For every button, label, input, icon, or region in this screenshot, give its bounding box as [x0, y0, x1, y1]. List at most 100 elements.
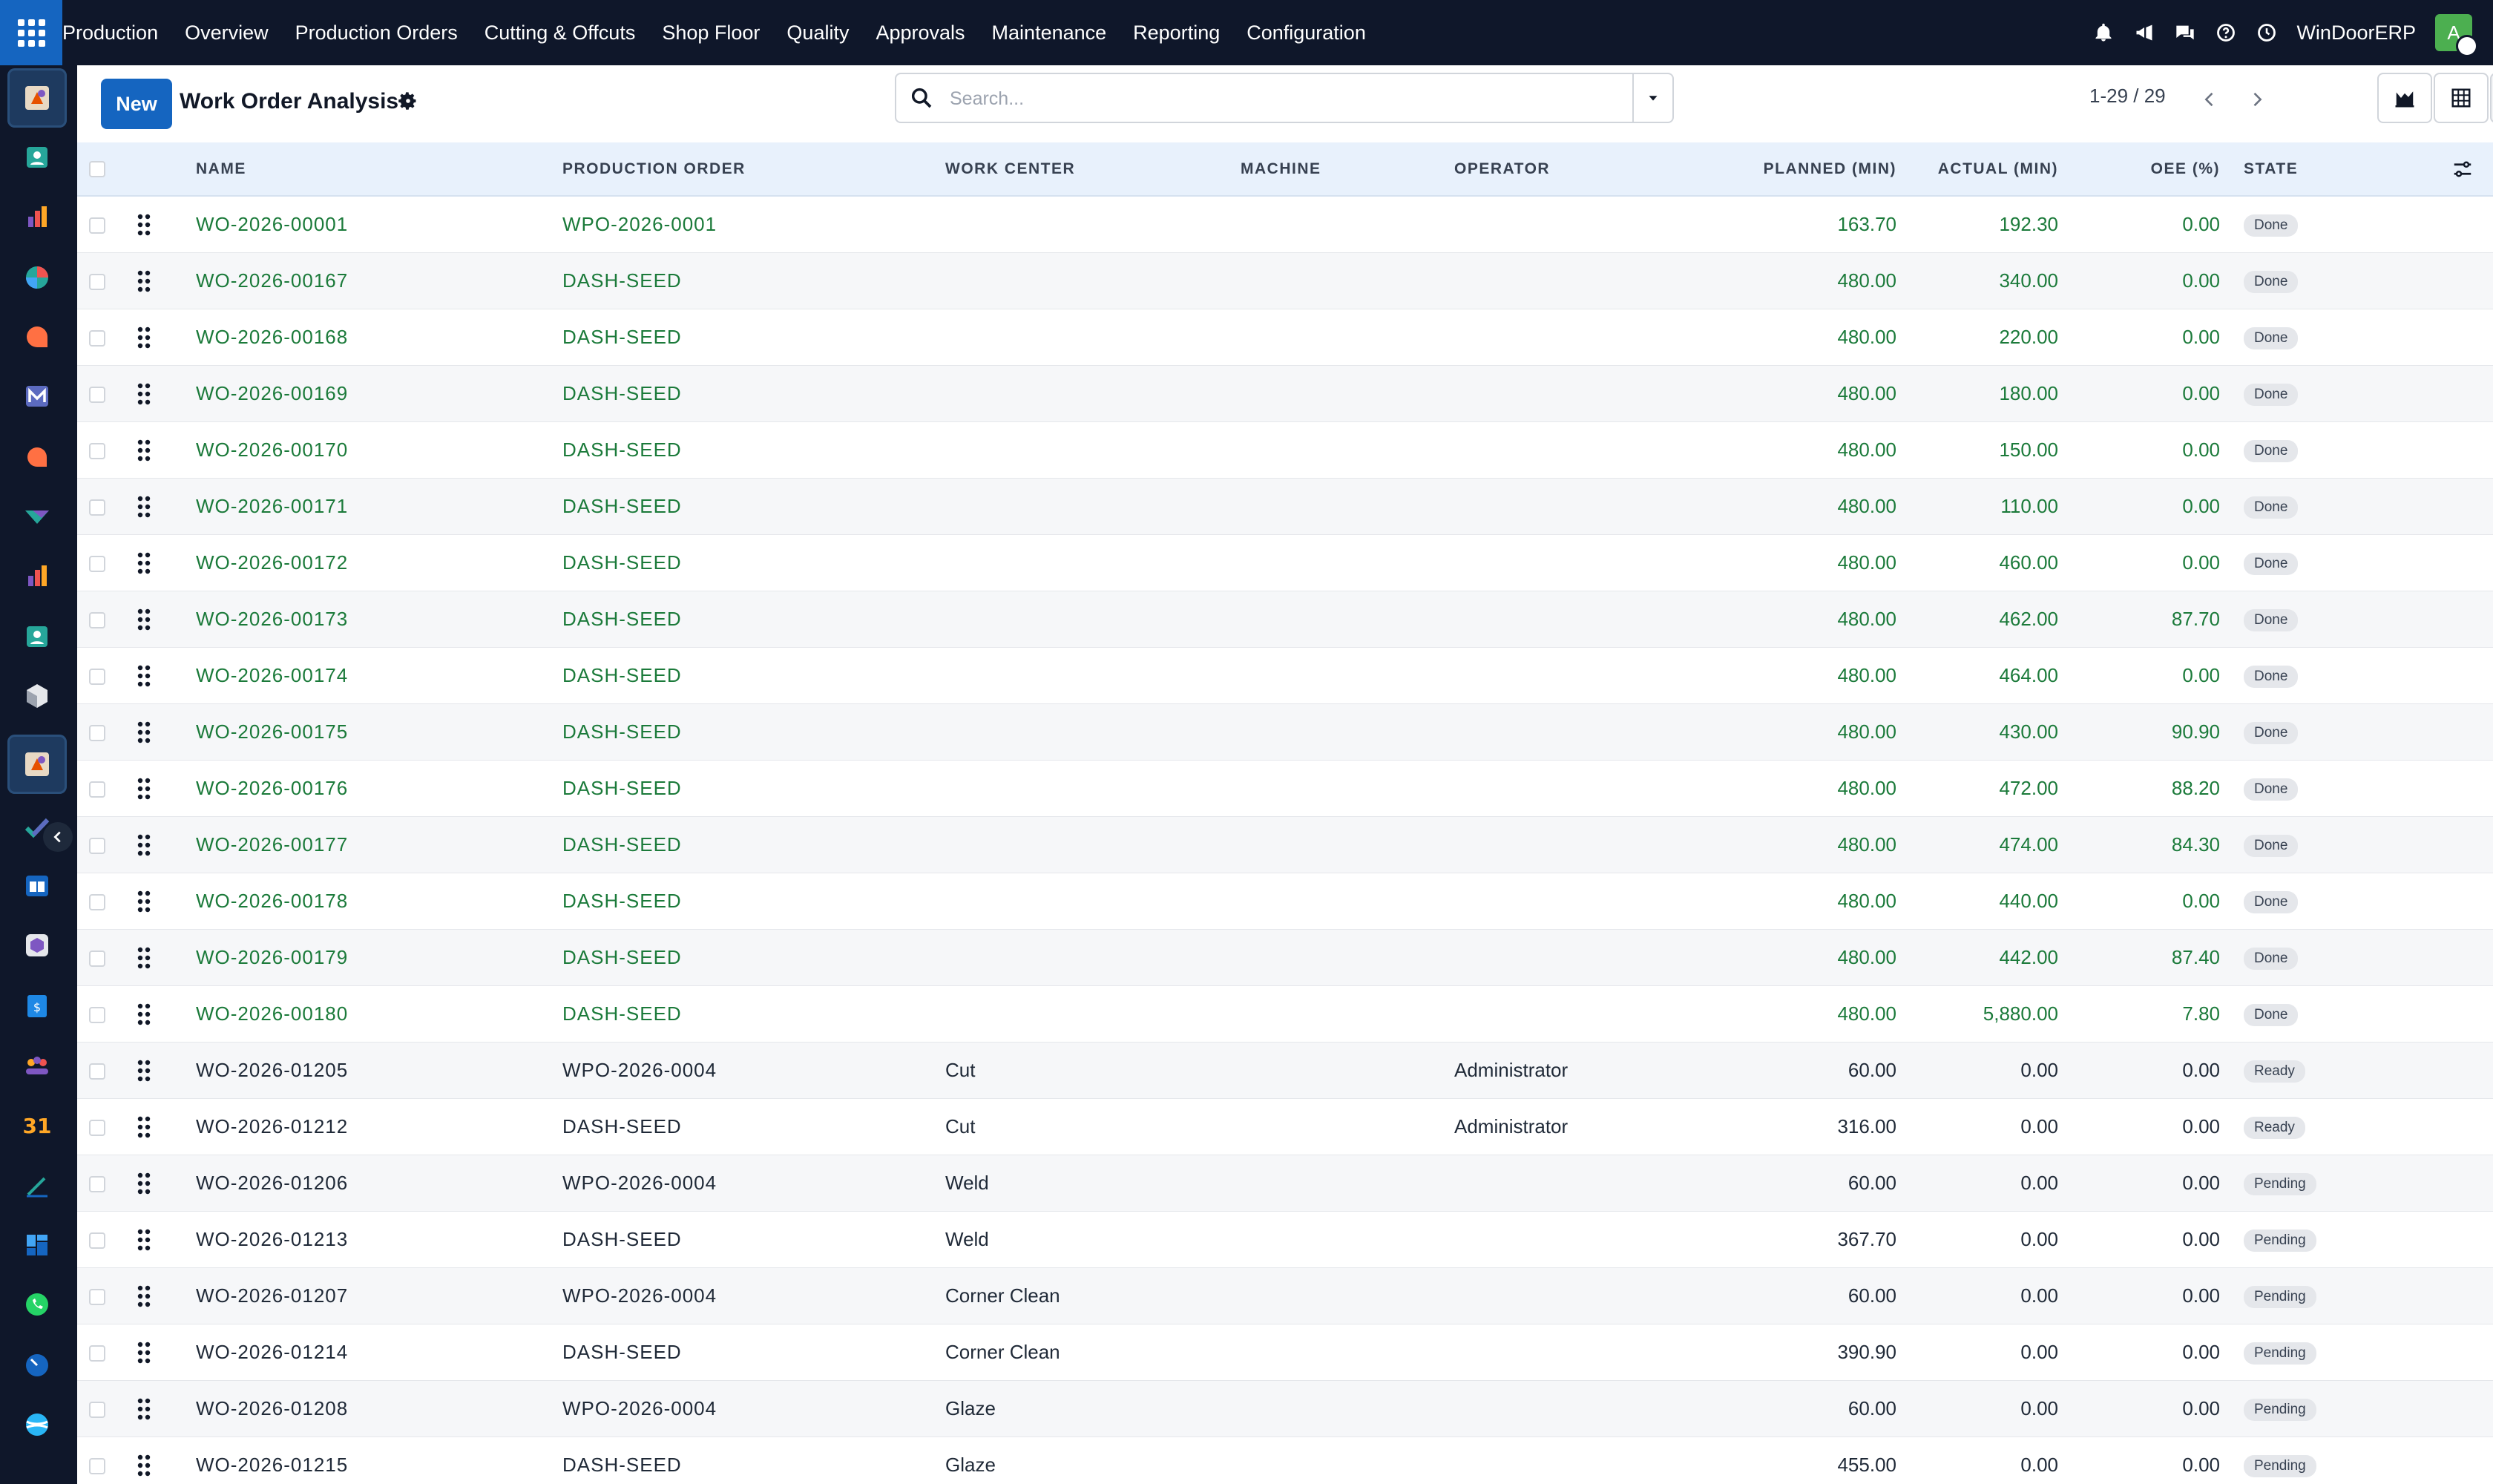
cell-name[interactable]: WO-2026-00177: [196, 816, 562, 873]
row-checkbox[interactable]: [89, 1345, 105, 1362]
cell-name[interactable]: WO-2026-00169: [196, 365, 562, 422]
menu-production-orders[interactable]: Production Orders: [295, 22, 458, 45]
graph-view-button[interactable]: [2377, 73, 2432, 123]
new-button[interactable]: New: [101, 79, 172, 129]
pager-previous-button[interactable]: [2187, 77, 2232, 122]
row-checkbox[interactable]: [89, 555, 105, 572]
menu-approvals[interactable]: Approvals: [876, 22, 965, 45]
drag-handle-icon[interactable]: [137, 551, 151, 575]
table-row[interactable]: WO-2026-00178 DASH-SEED 480.00 440.00 0.…: [77, 873, 2493, 930]
pager-value[interactable]: 1-29 / 29: [2089, 85, 2166, 108]
sidebar-knowledge-app[interactable]: [7, 856, 67, 916]
cell-name[interactable]: WO-2026-00170: [196, 421, 562, 479]
cell-name[interactable]: WO-2026-01214: [196, 1324, 562, 1381]
cell-production-order[interactable]: WPO-2026-0001: [562, 196, 945, 253]
table-row[interactable]: WO-2026-01213 DASH-SEED Weld 367.70 0.00…: [77, 1211, 2493, 1268]
column-name[interactable]: NAME: [196, 142, 562, 197]
menu-reporting[interactable]: Reporting: [1133, 22, 1220, 45]
drag-handle-icon[interactable]: [137, 269, 151, 293]
row-checkbox[interactable]: [89, 893, 105, 910]
cell-production-order[interactable]: DASH-SEED: [562, 647, 945, 704]
cell-name[interactable]: WO-2026-01208: [196, 1380, 562, 1437]
row-checkbox[interactable]: [89, 386, 105, 403]
drag-handle-icon[interactable]: [137, 608, 151, 631]
clock-icon[interactable]: [2256, 22, 2278, 44]
cell-production-order[interactable]: DASH-SEED: [562, 929, 945, 986]
cell-production-order[interactable]: DASH-SEED: [562, 421, 945, 479]
row-checkbox[interactable]: [89, 1401, 105, 1418]
apps-menu-button[interactable]: [0, 0, 62, 65]
cell-name[interactable]: WO-2026-00172: [196, 534, 562, 591]
menu-shop-floor[interactable]: Shop Floor: [662, 22, 760, 45]
drag-handle-icon[interactable]: [137, 1454, 151, 1477]
cell-production-order[interactable]: WPO-2026-0004: [562, 1042, 945, 1099]
cell-production-order[interactable]: DASH-SEED: [562, 478, 945, 535]
cell-name[interactable]: WO-2026-01207: [196, 1267, 562, 1324]
row-checkbox[interactable]: [89, 1119, 105, 1136]
sidebar-discuss-app[interactable]: [7, 307, 67, 367]
cell-production-order[interactable]: DASH-SEED: [562, 873, 945, 930]
row-checkbox[interactable]: [89, 1006, 105, 1023]
cell-production-order[interactable]: DASH-SEED: [562, 591, 945, 648]
table-row[interactable]: WO-2026-00167 DASH-SEED 480.00 340.00 0.…: [77, 252, 2493, 309]
table-row[interactable]: WO-2026-00174 DASH-SEED 480.00 464.00 0.…: [77, 647, 2493, 704]
drag-handle-icon[interactable]: [137, 890, 151, 913]
drag-handle-icon[interactable]: [137, 1002, 151, 1026]
cell-name[interactable]: WO-2026-00171: [196, 478, 562, 535]
row-checkbox[interactable]: [89, 837, 105, 854]
drag-handle-icon[interactable]: [137, 1341, 151, 1365]
cell-name[interactable]: WO-2026-00001: [196, 196, 562, 253]
table-row[interactable]: WO-2026-00177 DASH-SEED 480.00 474.00 84…: [77, 816, 2493, 873]
cell-production-order[interactable]: DASH-SEED: [562, 985, 945, 1043]
cell-production-order[interactable]: DASH-SEED: [562, 365, 945, 422]
cell-name[interactable]: WO-2026-00179: [196, 929, 562, 986]
column-work-center[interactable]: WORK CENTER: [945, 142, 1241, 197]
cell-production-order[interactable]: DASH-SEED: [562, 1211, 945, 1268]
row-checkbox[interactable]: [89, 668, 105, 685]
row-checkbox[interactable]: [89, 611, 105, 628]
row-checkbox[interactable]: [89, 499, 105, 516]
menu-quality[interactable]: Quality: [786, 22, 849, 45]
row-checkbox[interactable]: [89, 1232, 105, 1249]
drag-handle-icon[interactable]: [137, 1172, 151, 1195]
row-checkbox[interactable]: [89, 1175, 105, 1192]
row-checkbox[interactable]: [89, 329, 105, 347]
cell-name[interactable]: WO-2026-00174: [196, 647, 562, 704]
table-row[interactable]: WO-2026-01208 WPO-2026-0004 Glaze 60.00 …: [77, 1380, 2493, 1437]
table-row[interactable]: WO-2026-00175 DASH-SEED 480.00 430.00 90…: [77, 703, 2493, 761]
sidebar-package-app[interactable]: [7, 916, 67, 975]
table-row[interactable]: WO-2026-00170 DASH-SEED 480.00 150.00 0.…: [77, 421, 2493, 479]
drag-handle-icon[interactable]: [137, 664, 151, 688]
cell-production-order[interactable]: DASH-SEED: [562, 309, 945, 366]
sidebar-website-app[interactable]: [7, 1395, 67, 1454]
sidebar-sign-app[interactable]: [7, 1156, 67, 1215]
cell-production-order[interactable]: DASH-SEED: [562, 534, 945, 591]
table-row[interactable]: WO-2026-00180 DASH-SEED 480.00 5,880.00 …: [77, 985, 2493, 1043]
select-all-checkbox[interactable]: [89, 160, 105, 177]
gear-icon[interactable]: [398, 91, 418, 111]
drag-handle-icon[interactable]: [137, 1284, 151, 1308]
sidebar-contacts-app[interactable]: [7, 128, 67, 187]
table-row[interactable]: WO-2026-01205 WPO-2026-0004 Cut Administ…: [77, 1042, 2493, 1099]
column-state[interactable]: STATE: [2244, 160, 2298, 178]
menu-app-name[interactable]: Production: [62, 22, 158, 45]
cell-production-order[interactable]: DASH-SEED: [562, 760, 945, 817]
cell-production-order[interactable]: WPO-2026-0004: [562, 1155, 945, 1212]
column-machine[interactable]: MACHINE: [1241, 142, 1454, 197]
column-planned[interactable]: PLANNED (MIN): [1677, 142, 1896, 197]
drag-handle-icon[interactable]: [137, 777, 151, 801]
menu-maintenance[interactable]: Maintenance: [992, 22, 1107, 45]
sidebar-timesheet-app[interactable]: [7, 1336, 67, 1395]
cell-production-order[interactable]: DASH-SEED: [562, 1098, 945, 1155]
search-options-toggle[interactable]: [1632, 74, 1672, 122]
cell-production-order[interactable]: DASH-SEED: [562, 816, 945, 873]
column-oee[interactable]: OEE (%): [2058, 142, 2220, 197]
sidebar-employees-app[interactable]: [7, 607, 67, 666]
drag-handle-icon[interactable]: [137, 833, 151, 857]
sidebar-analytics-app[interactable]: [7, 546, 67, 605]
avatar[interactable]: A: [2435, 14, 2478, 57]
drag-handle-icon[interactable]: [137, 439, 151, 462]
menu-overview[interactable]: Overview: [185, 22, 269, 45]
cell-name[interactable]: WO-2026-01205: [196, 1042, 562, 1099]
column-production-order[interactable]: PRODUCTION ORDER: [562, 142, 945, 197]
